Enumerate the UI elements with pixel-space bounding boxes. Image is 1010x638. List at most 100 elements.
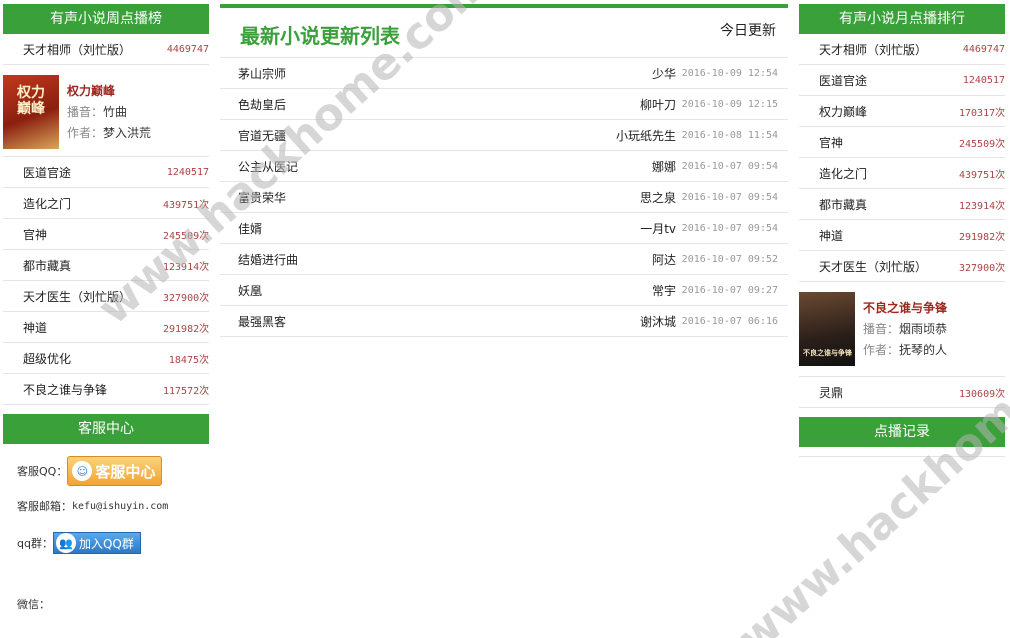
rank-item[interactable]: 不良之谁与争锋 117572次: [3, 374, 209, 405]
narrator-label: 播音：: [863, 322, 900, 336]
narrator-name: 烟雨顷恭: [899, 322, 948, 336]
rank-item[interactable]: 天才医生（刘忙版） 327900次: [799, 251, 1005, 282]
featured-book[interactable]: 不良之谁与争锋 不良之谁与争锋 播音：烟雨顷恭 作者：抚琴的人: [799, 282, 1005, 377]
rank-item[interactable]: 医道官途 1240517: [3, 157, 209, 188]
novel-title[interactable]: 佳婿: [238, 220, 262, 237]
novel-narrator[interactable]: 阿达: [652, 251, 676, 268]
novel-title[interactable]: 官道无疆: [238, 127, 286, 144]
list-item[interactable]: 妖凰 常宇 2016-10-07 09:27: [220, 275, 788, 306]
service-center: 客服QQ： ☺ 客服中心 客服邮箱： kefu@ishuyin.com qq群：…: [3, 456, 209, 612]
narrator-label: 播音：: [67, 105, 104, 119]
novel-title[interactable]: 最强黑客: [238, 313, 286, 330]
qq-service-button-label: 客服中心: [95, 462, 156, 481]
novel-title[interactable]: 公主从医记: [238, 158, 298, 175]
novel-narrator[interactable]: 思之泉: [640, 189, 676, 206]
rank-item-name[interactable]: 天才医生（刘忙版）: [819, 258, 927, 275]
rank-item-name[interactable]: 官神: [819, 134, 843, 151]
rank-item-name[interactable]: 灵鼎: [819, 384, 843, 401]
update-time: 2016-10-07 09:54: [681, 191, 778, 203]
list-item[interactable]: 佳婿 一月tv 2016-10-07 09:54: [220, 213, 788, 244]
novel-narrator[interactable]: 一月tv: [640, 220, 676, 237]
wechat-label: 微信：: [17, 598, 50, 611]
update-time: 2016-10-07 09:52: [681, 253, 778, 265]
rank-item-name[interactable]: 医道官途: [23, 164, 71, 181]
novel-title[interactable]: 色劫皇后: [238, 96, 286, 113]
rank-item[interactable]: 都市藏真 123914次: [3, 250, 209, 281]
novel-title[interactable]: 妖凰: [238, 282, 262, 299]
rank-item[interactable]: 造化之门 439751次: [3, 188, 209, 219]
update-time: 2016-10-07 09:54: [681, 222, 778, 234]
novel-narrator[interactable]: 谢沐城: [640, 313, 676, 330]
list-item[interactable]: 色劫皇后 柳叶刀 2016-10-09 12:15: [220, 89, 788, 120]
rank-item[interactable]: 超级优化 18475次: [3, 343, 209, 374]
weekly-rank-list: 医道官途 1240517 造化之门 439751次 官神 245509次 都市藏真 12…: [3, 157, 209, 405]
user-avatar-icon: ☺: [72, 461, 93, 481]
rank-item-name[interactable]: 医道官途: [819, 72, 867, 89]
rank-item[interactable]: 造化之门 439751次: [799, 158, 1005, 189]
list-item[interactable]: 最强黑客 谢沐城 2016-10-07 06:16: [220, 306, 788, 337]
qq-group-label: qq群：: [17, 537, 53, 550]
rank-item[interactable]: 灵鼎 130609次: [799, 377, 1005, 408]
right-column: 有声小说月点播排行 天才相师（刘忙版） 4469747 医道官途 1240517 权…: [799, 0, 1005, 457]
author-name: 抚琴的人: [899, 343, 948, 357]
rank-item-name[interactable]: 都市藏真: [23, 257, 71, 274]
list-item[interactable]: 官道无疆 小玩纸先生 2016-10-08 11:54: [220, 120, 788, 151]
qq-service-button[interactable]: ☺ 客服中心: [67, 456, 163, 486]
rank-item-name[interactable]: 权力巅峰: [819, 103, 867, 120]
rank-item-name[interactable]: 不良之谁与争锋: [23, 381, 107, 398]
weekly-rank-header: 有声小说周点播榜: [3, 4, 209, 34]
featured-book-title[interactable]: 权力巅峰: [67, 81, 151, 102]
list-item[interactable]: 茅山宗师 少华 2016-10-09 12:54: [220, 58, 788, 89]
novel-narrator[interactable]: 娜娜: [652, 158, 676, 175]
list-item[interactable]: 公主从医记 娜娜 2016-10-07 09:54: [220, 151, 788, 182]
rank-item-count: 245509次: [959, 138, 1005, 150]
rank-item[interactable]: 都市藏真 123914次: [799, 189, 1005, 220]
rank-item-name[interactable]: 都市藏真: [819, 196, 867, 213]
monthly-rank-list: 天才相师（刘忙版） 4469747 医道官途 1240517 权力巅峰 170317次…: [799, 34, 1005, 282]
rank-item-count: 1240517: [166, 166, 209, 178]
list-item[interactable]: 富贵荣华 思之泉 2016-10-07 09:54: [220, 182, 788, 213]
today-updates-link[interactable]: 今日更新: [720, 20, 776, 40]
rank-item-count: 170317次: [959, 107, 1005, 119]
rank-item[interactable]: 天才相师（刘忙版） 4469747: [799, 34, 1005, 65]
book-cover-image[interactable]: 权力巅峰: [3, 75, 59, 149]
rank-item-name[interactable]: 神道: [23, 319, 47, 336]
rank-item[interactable]: 神道 291982次: [3, 312, 209, 343]
novel-narrator[interactable]: 少华: [652, 65, 676, 82]
rank-item-name[interactable]: 造化之门: [819, 165, 867, 182]
rank-item-name[interactable]: 超级优化: [23, 350, 71, 367]
update-time: 2016-10-09 12:15: [681, 98, 778, 110]
featured-book-title[interactable]: 不良之谁与争锋: [863, 298, 947, 319]
join-qq-group-button[interactable]: 👥 加入QQ群: [52, 532, 141, 554]
update-time: 2016-10-07 09:27: [681, 284, 778, 296]
play-history-header: 点播记录: [799, 417, 1005, 447]
novel-title[interactable]: 富贵荣华: [238, 189, 286, 206]
rank-item[interactable]: 官神 245509次: [799, 127, 1005, 158]
novel-narrator[interactable]: 柳叶刀: [640, 96, 676, 113]
rank-item-name[interactable]: 天才相师（刘忙版）: [23, 41, 131, 58]
rank-item[interactable]: 神道 291982次: [799, 220, 1005, 251]
novel-narrator[interactable]: 小玩纸先生: [616, 127, 676, 144]
rank-item-name[interactable]: 造化之门: [23, 195, 71, 212]
novel-title[interactable]: 结婚进行曲: [238, 251, 298, 268]
rank-item-name[interactable]: 官神: [23, 226, 47, 243]
rank-item-name[interactable]: 天才相师（刘忙版）: [819, 41, 927, 58]
rank-item[interactable]: 权力巅峰 170317次: [799, 96, 1005, 127]
featured-book[interactable]: 权力巅峰 权力巅峰 播音：竹曲 作者：梦入洪荒: [3, 65, 209, 157]
rank-item-name[interactable]: 天才医生（刘忙版）: [23, 288, 131, 305]
rank-item-count: 4469747: [166, 43, 209, 55]
novel-title[interactable]: 茅山宗师: [238, 65, 286, 82]
latest-updates-title: 最新小说更新列表: [240, 24, 400, 48]
update-time: 2016-10-09 12:54: [681, 67, 778, 79]
novel-narrator[interactable]: 常宇: [652, 282, 676, 299]
list-item[interactable]: 结婚进行曲 阿达 2016-10-07 09:52: [220, 244, 788, 275]
rank-item-count: 327900次: [163, 292, 209, 304]
rank-item[interactable]: 医道官途 1240517: [799, 65, 1005, 96]
rank-item[interactable]: 官神 245509次: [3, 219, 209, 250]
book-cover-image[interactable]: 不良之谁与争锋: [799, 292, 855, 366]
rank-item[interactable]: 天才医生（刘忙版） 327900次: [3, 281, 209, 312]
rank-item-name[interactable]: 神道: [819, 227, 843, 244]
update-time: 2016-10-08 11:54: [681, 129, 778, 141]
service-email[interactable]: kefu@ishuyin.com: [72, 501, 168, 512]
rank-item[interactable]: 天才相师（刘忙版） 4469747: [3, 34, 209, 65]
